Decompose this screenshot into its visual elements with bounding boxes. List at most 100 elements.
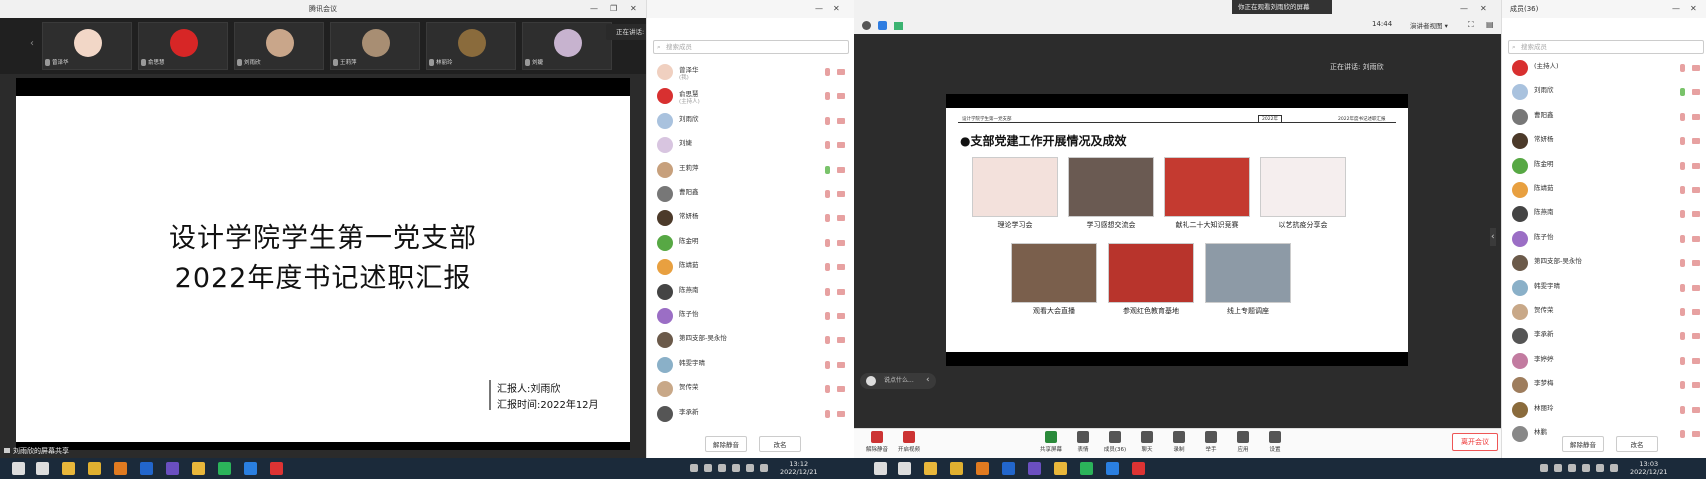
participant-thumbnail[interactable]: 王莉萍 [330, 22, 420, 70]
camera-icon[interactable] [1692, 89, 1700, 96]
fullscreen-icon[interactable]: ⛶ [1468, 20, 1474, 30]
participant-thumbnail[interactable]: 俞思慧 [138, 22, 228, 70]
mic-icon[interactable] [825, 385, 830, 394]
member-row[interactable]: 常妍杨 [1502, 129, 1706, 153]
mic-icon[interactable] [1680, 430, 1685, 438]
mic-icon[interactable] [1680, 356, 1685, 365]
member-row[interactable]: 林丽玲 [1502, 398, 1706, 422]
rename-button[interactable]: 改名 [1616, 436, 1658, 452]
search-input[interactable]: ⌕ 搜索成员 [653, 40, 849, 54]
member-row[interactable]: 陈子怡 [1502, 227, 1706, 251]
close-icon[interactable]: ✕ [1690, 0, 1697, 18]
mic-icon[interactable] [825, 287, 830, 296]
mic-icon[interactable] [1680, 210, 1685, 219]
mic-icon[interactable] [825, 360, 830, 369]
member-row[interactable]: 陈子怡 [647, 304, 854, 328]
mic-tray-icon[interactable] [1554, 464, 1562, 472]
photoshop-icon[interactable] [1002, 462, 1015, 475]
folder-icon[interactable] [88, 462, 101, 475]
unmute-all-button[interactable]: 解除静音 [705, 436, 747, 452]
signal-icon[interactable] [894, 22, 903, 30]
expand-panel-icon[interactable]: ‹ [1490, 228, 1496, 246]
camera-icon[interactable] [837, 142, 845, 149]
camera-icon[interactable] [837, 215, 845, 222]
mic-icon[interactable] [825, 92, 830, 101]
windows-start-icon[interactable] [12, 462, 25, 475]
toolbar-button[interactable]: 表情 [1068, 431, 1098, 453]
camera-icon[interactable] [837, 93, 845, 100]
member-row[interactable]: 第四支部-吴永怡 [647, 328, 854, 352]
volume-icon[interactable] [732, 464, 740, 472]
close-icon[interactable]: ✕ [630, 0, 637, 18]
camera-icon[interactable] [1692, 235, 1700, 242]
camera-icon[interactable] [837, 264, 845, 271]
mic-icon[interactable] [1680, 161, 1685, 170]
rename-button[interactable]: 改名 [759, 436, 801, 452]
restore-icon[interactable]: ❐ [610, 0, 617, 18]
mic-icon[interactable] [825, 141, 830, 150]
participant-thumbnail[interactable]: 刘雨欣 [234, 22, 324, 70]
participant-thumbnail[interactable]: 林丽玲 [426, 22, 516, 70]
mic-icon[interactable] [825, 263, 830, 272]
network-icon[interactable] [1568, 464, 1576, 472]
close-icon[interactable]: ✕ [1480, 0, 1487, 18]
toolbar-button[interactable]: 应用 [1228, 431, 1258, 453]
mic-icon[interactable] [1680, 332, 1685, 341]
chrome-icon[interactable] [924, 462, 937, 475]
member-row[interactable]: 李梦梅 [1502, 373, 1706, 397]
mic-icon[interactable] [825, 409, 830, 418]
wechat-icon[interactable] [218, 462, 231, 475]
camera-icon[interactable] [1692, 309, 1700, 315]
mic-tray-icon[interactable] [704, 464, 712, 472]
minimize-icon[interactable]: — [815, 0, 823, 18]
toolbar-button[interactable]: 开启视频 [894, 431, 924, 453]
mic-icon[interactable] [1680, 283, 1685, 292]
camera-icon[interactable] [1692, 333, 1700, 340]
mic-icon[interactable] [1680, 137, 1685, 146]
tray-chevron-icon[interactable] [690, 464, 698, 472]
ime-icon[interactable] [746, 464, 754, 472]
member-row[interactable]: 俞思慧 (主持人) [647, 84, 854, 108]
mic-icon[interactable] [825, 214, 830, 223]
mic-icon[interactable] [825, 190, 830, 198]
mic-icon[interactable] [825, 238, 830, 247]
mic-icon[interactable] [1680, 112, 1685, 121]
toolbar-button[interactable]: 举手 [1196, 431, 1226, 453]
camera-icon[interactable] [837, 386, 845, 393]
mic-icon[interactable] [1680, 308, 1685, 316]
firefox-icon[interactable] [114, 462, 127, 475]
camera-icon[interactable] [837, 410, 845, 417]
view-mode-dropdown[interactable]: 演讲者视图 ▾ [1410, 20, 1448, 30]
camera-icon[interactable] [837, 337, 845, 344]
mic-icon[interactable] [1680, 405, 1685, 414]
member-row[interactable]: 韩雯宇晴 [1502, 276, 1706, 300]
camera-icon[interactable] [837, 69, 845, 75]
mic-icon[interactable] [1680, 259, 1685, 268]
meeting-icon[interactable] [244, 462, 257, 475]
notification-icon[interactable] [760, 464, 768, 472]
scroll-left-icon[interactable]: ‹ [30, 38, 34, 49]
mic-icon[interactable] [1680, 381, 1685, 390]
ime-icon[interactable] [1596, 464, 1604, 472]
toolbar-button[interactable]: 成员(36) [1100, 431, 1130, 453]
minimize-icon[interactable]: — [590, 0, 598, 18]
mic-icon[interactable] [825, 116, 830, 125]
network-icon[interactable] [718, 464, 726, 472]
chrome-icon[interactable] [1054, 462, 1067, 475]
member-row[interactable]: 曹阳鑫 [1502, 105, 1706, 129]
tray-chevron-icon[interactable] [1540, 464, 1548, 472]
member-row[interactable]: 陈金明 [647, 231, 854, 255]
participant-thumbnail[interactable]: 刘婕 [522, 22, 612, 70]
close-icon[interactable]: ✕ [833, 0, 840, 18]
shield-icon[interactable] [878, 21, 887, 30]
chat-input[interactable]: 说点什么... [860, 373, 936, 389]
wechat-icon[interactable] [1080, 462, 1093, 475]
toolbar-button[interactable]: 共享屏幕 [1036, 431, 1066, 453]
participant-thumbnail[interactable]: 曾泽华 [42, 22, 132, 70]
toolbar-button[interactable]: 设置 [1260, 431, 1290, 453]
member-row[interactable]: 李婷婷 [1502, 349, 1706, 373]
layout-icon[interactable]: ▤ [1486, 20, 1494, 29]
member-row[interactable]: 王莉萍 [647, 158, 854, 182]
member-row[interactable]: 韩雯宇晴 [647, 353, 854, 377]
camera-icon[interactable] [837, 166, 845, 173]
